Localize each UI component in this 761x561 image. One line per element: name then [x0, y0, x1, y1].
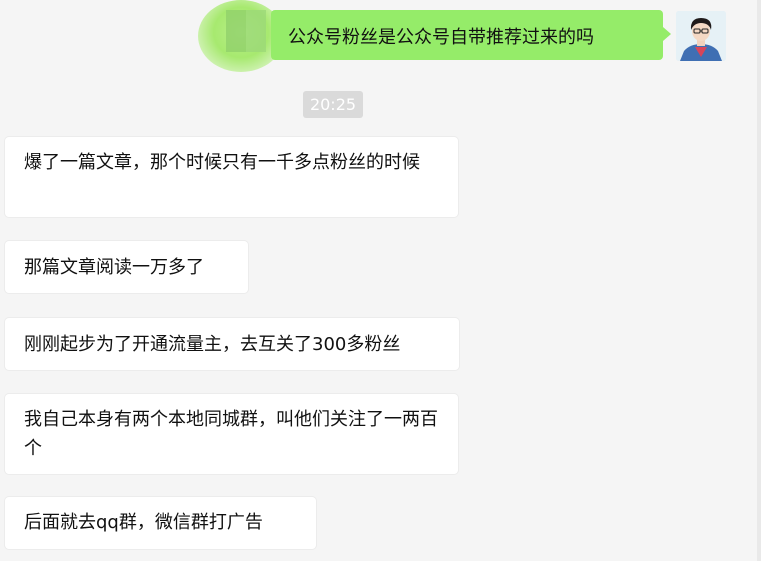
- incoming-message-bubble[interactable]: 那篇文章阅读一万多了: [5, 241, 248, 293]
- avatar[interactable]: [676, 11, 726, 61]
- incoming-message-bubble[interactable]: 爆了一篇文章，那个时候只有一千多点粉丝的时候: [5, 137, 458, 217]
- blurred-redaction-pixels: [226, 10, 266, 52]
- incoming-message-bubble[interactable]: 我自己本身有两个本地同城群，叫他们关注了一两百个: [5, 394, 458, 474]
- incoming-message-bubble[interactable]: 刚刚起步为了开通流量主，去互关了300多粉丝: [5, 318, 459, 370]
- incoming-message-bubble[interactable]: 后面就去qq群，微信群打广告: [5, 497, 316, 549]
- chat-panel: 公众号粉丝是公众号自带推荐过来的吗 20:25 爆了一篇文章，那个时候只有一千多…: [0, 0, 761, 561]
- avatar-icon: [676, 11, 726, 61]
- outgoing-message-row: 公众号粉丝是公众号自带推荐过来的吗: [0, 0, 761, 72]
- scrollbar[interactable]: [757, 0, 761, 561]
- outgoing-message-bubble[interactable]: 公众号粉丝是公众号自带推荐过来的吗: [271, 10, 671, 60]
- message-timestamp: 20:25: [303, 91, 363, 118]
